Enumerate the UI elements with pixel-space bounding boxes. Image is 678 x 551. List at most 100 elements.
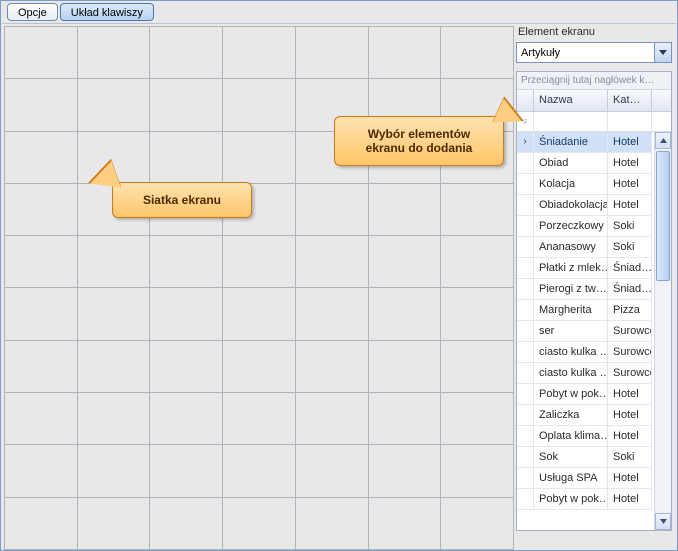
grid-cell[interactable] bbox=[5, 393, 78, 445]
table-row[interactable]: ›ŚniadanieHotel bbox=[517, 132, 652, 153]
grid-cell[interactable] bbox=[77, 236, 150, 288]
table-row[interactable]: ObiadokolacjaHotel bbox=[517, 195, 652, 216]
table-row[interactable]: Płatki z mlek…Śniad… bbox=[517, 258, 652, 279]
element-type-combo[interactable]: Artykuły bbox=[516, 42, 672, 63]
group-by-hint[interactable]: Przeciągnij tutaj nagłówek k… bbox=[517, 72, 671, 90]
grid-cell[interactable] bbox=[441, 288, 514, 340]
grid-cell[interactable] bbox=[77, 497, 150, 549]
column-header-category[interactable]: Kat… bbox=[608, 90, 652, 111]
cell-category: Surowce bbox=[608, 321, 652, 341]
table-row[interactable]: ZaliczkaHotel bbox=[517, 405, 652, 426]
grid-cell[interactable] bbox=[223, 497, 296, 549]
grid-cell[interactable] bbox=[295, 288, 368, 340]
grid-cell[interactable] bbox=[5, 131, 78, 183]
grid-cell[interactable] bbox=[223, 288, 296, 340]
grid-cell[interactable] bbox=[295, 183, 368, 235]
tab-key-layout[interactable]: Układ klawiszy bbox=[60, 3, 154, 21]
grid-cell[interactable] bbox=[5, 79, 78, 131]
grid-cell[interactable] bbox=[295, 393, 368, 445]
grid-cell[interactable] bbox=[223, 340, 296, 392]
table-row[interactable]: Pierogi z tw…Śniad… bbox=[517, 279, 652, 300]
table-row[interactable]: ciasto kulka …Surowce bbox=[517, 342, 652, 363]
grid-cell[interactable] bbox=[77, 27, 150, 79]
table-row[interactable]: SokSoki bbox=[517, 447, 652, 468]
grid-cell[interactable] bbox=[223, 79, 296, 131]
scroll-track[interactable] bbox=[655, 149, 671, 513]
table-row[interactable]: Pobyt w pok…Hotel bbox=[517, 489, 652, 510]
grid-cell[interactable] bbox=[295, 445, 368, 497]
grid-cell[interactable] bbox=[5, 236, 78, 288]
grid-cell[interactable] bbox=[368, 236, 441, 288]
grid-cell[interactable] bbox=[77, 393, 150, 445]
grid-cell[interactable] bbox=[5, 340, 78, 392]
grid-cell[interactable] bbox=[368, 393, 441, 445]
grid-cell[interactable] bbox=[150, 445, 223, 497]
grid-cell[interactable] bbox=[368, 288, 441, 340]
grid-cell[interactable] bbox=[77, 288, 150, 340]
rows-viewport: ›ŚniadanieHotelObiadHotelKolacjaHotelObi… bbox=[517, 132, 671, 530]
table-row[interactable]: ObiadHotel bbox=[517, 153, 652, 174]
grid-cell[interactable] bbox=[5, 288, 78, 340]
table-row[interactable]: PorzeczkowySoki bbox=[517, 216, 652, 237]
table-row[interactable]: Oplata klima…Hotel bbox=[517, 426, 652, 447]
grid-cell[interactable] bbox=[441, 497, 514, 549]
grid-cell[interactable] bbox=[441, 183, 514, 235]
table-row[interactable]: MargheritaPizza bbox=[517, 300, 652, 321]
grid-cell[interactable] bbox=[295, 236, 368, 288]
grid-cell[interactable] bbox=[150, 497, 223, 549]
table-row[interactable]: serSurowce bbox=[517, 321, 652, 342]
grid-cell[interactable] bbox=[441, 27, 514, 79]
table-row[interactable]: AnanasowySoki bbox=[517, 237, 652, 258]
grid-cell[interactable] bbox=[441, 445, 514, 497]
scroll-thumb[interactable] bbox=[656, 151, 670, 281]
grid-cell[interactable] bbox=[150, 393, 223, 445]
grid-cell[interactable] bbox=[150, 236, 223, 288]
grid-cell[interactable] bbox=[150, 340, 223, 392]
grid-cell[interactable] bbox=[5, 183, 78, 235]
table-row[interactable]: ciasto kulka …Surowce bbox=[517, 363, 652, 384]
grid-cell[interactable] bbox=[150, 131, 223, 183]
grid-cell[interactable] bbox=[150, 27, 223, 79]
grid-cell[interactable] bbox=[77, 340, 150, 392]
grid-cell[interactable] bbox=[368, 183, 441, 235]
table-row[interactable]: Usługa SPAHotel bbox=[517, 468, 652, 489]
grid-cell[interactable] bbox=[77, 79, 150, 131]
grid-cell[interactable] bbox=[5, 445, 78, 497]
callout-grid-text: Siatka ekranu bbox=[143, 193, 221, 207]
grid-cell[interactable] bbox=[368, 27, 441, 79]
table-row[interactable]: KolacjaHotel bbox=[517, 174, 652, 195]
grid-cell[interactable] bbox=[223, 393, 296, 445]
grid-cell[interactable] bbox=[295, 497, 368, 549]
grid-cell[interactable] bbox=[441, 340, 514, 392]
grid-cell[interactable] bbox=[295, 340, 368, 392]
tab-options[interactable]: Opcje bbox=[7, 3, 58, 21]
grid-cell[interactable] bbox=[368, 445, 441, 497]
scroll-down-icon[interactable] bbox=[655, 513, 671, 530]
grid-cell[interactable] bbox=[150, 288, 223, 340]
filter-cat-input[interactable] bbox=[608, 112, 652, 131]
grid-cell[interactable] bbox=[441, 236, 514, 288]
scroll-up-icon[interactable] bbox=[655, 132, 671, 149]
cell-name: Porzeczkowy bbox=[534, 216, 608, 236]
items-grid: Przeciągnij tutaj nagłówek k… Nazwa Kat…… bbox=[516, 71, 672, 531]
grid-cell[interactable] bbox=[77, 445, 150, 497]
grid-cell[interactable] bbox=[295, 27, 368, 79]
grid-cell[interactable] bbox=[223, 27, 296, 79]
table-row[interactable]: Pobyt w pok…Hotel bbox=[517, 384, 652, 405]
filter-name-input[interactable] bbox=[534, 112, 608, 131]
app-window: Opcje Układ klawiszy Element ekranu Arty… bbox=[0, 0, 678, 551]
grid-cell[interactable] bbox=[223, 445, 296, 497]
column-header-name[interactable]: Nazwa bbox=[534, 90, 608, 111]
grid-cell[interactable] bbox=[5, 27, 78, 79]
grid-cell[interactable] bbox=[441, 393, 514, 445]
grid-cell[interactable] bbox=[5, 497, 78, 549]
grid-cell[interactable] bbox=[368, 497, 441, 549]
vertical-scrollbar[interactable] bbox=[654, 132, 671, 530]
grid-cell[interactable] bbox=[368, 340, 441, 392]
grid-cell[interactable] bbox=[150, 79, 223, 131]
grid-cell[interactable] bbox=[223, 236, 296, 288]
grid-table bbox=[4, 26, 514, 550]
screen-grid[interactable] bbox=[4, 26, 514, 550]
chevron-down-icon[interactable] bbox=[654, 43, 671, 62]
grid-cell[interactable] bbox=[223, 131, 296, 183]
